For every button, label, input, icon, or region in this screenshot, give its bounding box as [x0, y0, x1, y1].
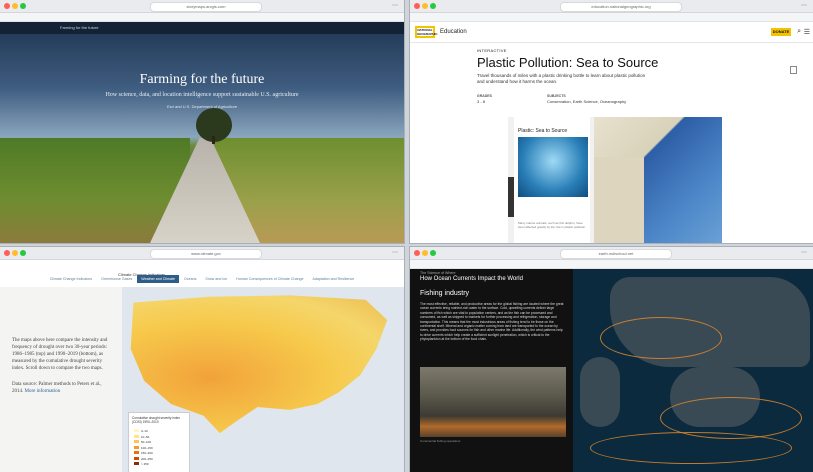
menu-icon[interactable]: ☰	[804, 28, 810, 36]
map-legend: Cumulative drought severity index (CDSI)…	[128, 412, 190, 472]
tab-oceans[interactable]: Oceans	[180, 275, 200, 283]
minimize-window-button[interactable]	[12, 250, 18, 256]
story-header-title[interactable]: Farming for the future	[60, 25, 98, 30]
browser-titlebar: storymaps.arcgis.com ⋯	[0, 0, 404, 13]
grades-label: GRADES	[477, 94, 492, 98]
zoom-window-button[interactable]	[430, 3, 436, 9]
story-panel: Plastic: Sea to Source Many marine anima…	[514, 117, 590, 243]
story-title: Plastic: Sea to Source	[518, 128, 568, 134]
tab-adaptation[interactable]: Adaptation and Resilience	[308, 275, 358, 283]
legend-swatch	[134, 456, 139, 460]
hero-subtitle: How science, data, and location intellig…	[105, 92, 299, 98]
donate-button[interactable]: DONATE	[771, 28, 791, 36]
address-bar[interactable]: education.nationalgeographic.org	[560, 2, 682, 12]
section-body: The most effective, reliable, and produc…	[420, 302, 564, 342]
close-window-button[interactable]	[414, 250, 420, 256]
legend-label: 150–200	[141, 451, 153, 455]
legend-title: Cumulative drought severity index (CDSI)…	[132, 416, 181, 424]
more-icon[interactable]: ⋯	[392, 250, 398, 256]
hero-credit: Esri and U.S. Department of Agriculture	[166, 104, 238, 109]
zoom-window-button[interactable]	[430, 250, 436, 256]
narrative-panel	[0, 287, 122, 472]
search-icon[interactable]: ⌕	[797, 28, 801, 36]
close-window-button[interactable]	[4, 3, 10, 9]
legend-swatch	[134, 445, 139, 449]
address-bar[interactable]: earth.nullschool.net	[560, 249, 672, 259]
browser-titlebar: education.nationalgeographic.org ⋯	[410, 0, 813, 13]
bookmarks-bar	[410, 260, 813, 269]
story-title: How Ocean Currents Impact the World	[420, 276, 523, 282]
address-bar[interactable]: www.climate.gov	[150, 249, 262, 259]
legend-swatch	[134, 429, 139, 432]
page-description: Travel thousands of miles with a plastic…	[477, 73, 646, 84]
minimize-window-button[interactable]	[422, 3, 428, 9]
education-label[interactable]: Education	[440, 29, 467, 35]
browser-titlebar: www.climate.gov ⋯	[0, 247, 404, 260]
story-kicker: The Science of Where	[420, 271, 456, 275]
window-climate-indicators: www.climate.gov ⋯ Climate Change Indicat…	[0, 247, 404, 472]
photo-caption: Commercial fishing operations	[420, 439, 461, 443]
tab-greenhouse-gases[interactable]: Greenhouse Gases	[97, 275, 136, 283]
current-line	[600, 317, 722, 359]
tab-snow-and-ice[interactable]: Snow and Ice	[201, 275, 231, 283]
embedded-storymap[interactable]: Plastic: Sea to Source Many marine anima…	[508, 117, 722, 243]
more-information-link[interactable]: More information	[25, 389, 61, 394]
story-caption: Many marine animals, such as this dolphi…	[518, 221, 586, 229]
legend-swatch	[134, 451, 139, 454]
current-line	[590, 432, 792, 464]
natgeo-logo[interactable]: NATIONAL GEOGRAPHIC	[415, 26, 438, 38]
page-title: Plastic Pollution: Sea to Source	[477, 55, 659, 70]
tab-human-consequences[interactable]: Human Consequences of Climate Change	[232, 275, 307, 283]
zoom-window-button[interactable]	[20, 3, 26, 9]
minimize-window-button[interactable]	[12, 3, 18, 9]
legend-swatch	[134, 434, 139, 438]
address-bar[interactable]: storymaps.arcgis.com	[150, 2, 262, 12]
subjects-label: SUBJECTS	[547, 94, 566, 98]
legend-label: 0–10	[141, 429, 148, 433]
close-window-button[interactable]	[414, 3, 420, 9]
story-header: Farming for the future	[0, 22, 404, 34]
legend-label: 50–100	[141, 440, 152, 444]
grades-value: 3 - 8	[477, 99, 486, 104]
narrative-paragraph: The maps above here compare the intensit…	[12, 338, 108, 371]
dolphin-image	[518, 137, 588, 197]
minimize-window-button[interactable]	[422, 250, 428, 256]
browser-titlebar: earth.nullschool.net ⋯	[410, 247, 813, 260]
map-landmass	[580, 357, 620, 427]
legend-label: 200–250	[141, 456, 153, 461]
legend-label: 100–150	[141, 445, 153, 450]
zoom-window-button[interactable]	[20, 250, 26, 256]
window-natgeo-plastic: education.nationalgeographic.org ⋯ NATIO…	[410, 0, 813, 243]
subjects-value: Conservation, Earth Science, Oceanograph…	[547, 99, 627, 104]
fishing-photo	[420, 367, 566, 437]
bookmarks-bar	[0, 13, 404, 22]
site-header: NATIONAL GEOGRAPHIC Education DONATE ⌕ ☰	[410, 22, 813, 43]
close-window-button[interactable]	[4, 250, 10, 256]
section-heading: Fishing industry	[420, 290, 470, 297]
more-icon[interactable]: ⋯	[801, 3, 807, 9]
tab-weather-and-climate[interactable]: Weather and Climate	[137, 275, 179, 283]
topic-tabs: Climate Change Indicators Greenhouse Gas…	[0, 275, 404, 285]
legend-swatch	[134, 440, 139, 443]
bookmarks-bar	[410, 13, 813, 22]
map-landmass	[594, 157, 644, 243]
window-farming-story: storymaps.arcgis.com ⋯ Farming for the f…	[0, 0, 404, 243]
bookmark-icon[interactable]	[790, 66, 797, 74]
hero-title: Farming for the future	[139, 72, 265, 87]
tab-climate-change-indicators[interactable]: Climate Change Indicators	[46, 275, 96, 283]
interactive-kicker: INTERACTIVE	[477, 48, 507, 53]
legend-swatch	[134, 462, 139, 465]
more-icon[interactable]: ⋯	[801, 250, 807, 256]
tree-trunk	[212, 136, 215, 144]
legend-label: > 250	[141, 462, 149, 466]
data-source: Data source: Palmer methods to Peters et…	[12, 381, 112, 395]
window-ocean-currents: earth.nullschool.net ⋯ The Science of Wh…	[410, 247, 813, 472]
more-icon[interactable]: ⋯	[392, 3, 398, 9]
story-nav-rail[interactable]	[412, 359, 415, 379]
legend-label: 10–50	[141, 434, 150, 439]
